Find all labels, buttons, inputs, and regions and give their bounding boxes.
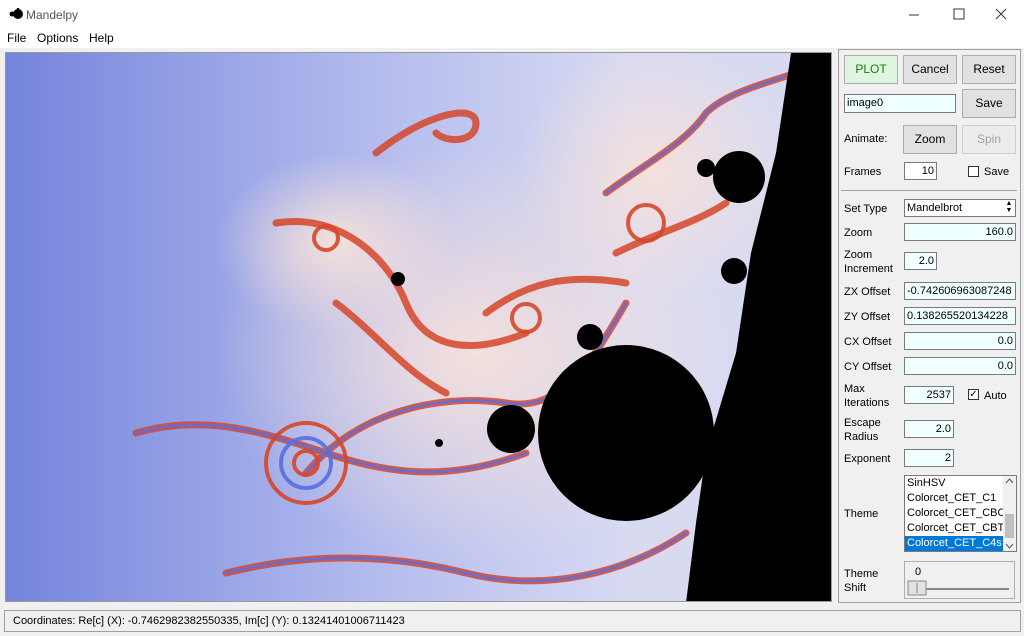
zx-offset-input[interactable]: -0.742606963087248	[904, 282, 1016, 300]
spin-arrows-icon[interactable]: ▲ ▼	[1004, 200, 1014, 216]
mandelbrot-render	[6, 53, 831, 601]
status-bar: Coordinates: Re[c] (X): -0.7462982382550…	[4, 610, 1021, 632]
theme-shift-slider[interactable]: 0	[904, 561, 1015, 599]
escape-radius-label-1: Escape	[844, 417, 881, 429]
close-button[interactable]	[978, 0, 1024, 30]
zy-offset-label: ZY Offset	[844, 311, 891, 323]
plot-button[interactable]: PLOT	[844, 55, 898, 84]
reset-button[interactable]: Reset	[962, 55, 1016, 84]
maximize-icon	[953, 8, 965, 20]
theme-option-selected[interactable]: Colorcet_CET_C4s	[905, 536, 1016, 551]
theme-shift-label-2: Shift	[844, 582, 867, 594]
exponent-input[interactable]: 2	[904, 449, 954, 467]
set-type-spinbox[interactable]: Mandelbrot ▲ ▼	[904, 199, 1016, 217]
filename-input[interactable]: image0	[844, 94, 956, 113]
max-iterations-input[interactable]: 2537	[904, 386, 954, 404]
cy-offset-input[interactable]: 0.0	[904, 357, 1016, 375]
minimize-icon	[909, 14, 919, 16]
zoom-input[interactable]: 160.0	[904, 223, 1016, 241]
theme-scrollbar[interactable]	[1003, 476, 1016, 551]
zy-offset-input[interactable]: 0.138265520134228	[904, 307, 1016, 325]
frames-save-label: Save	[984, 166, 1010, 178]
panel-divider	[841, 190, 1017, 191]
escape-radius-label-2: Radius	[844, 431, 879, 443]
set-type-value: Mandelbrot	[907, 202, 963, 214]
theme-option[interactable]: Colorcet_CET_C1	[905, 491, 1016, 506]
theme-listbox[interactable]: SinHSV Colorcet_CET_C1 Colorcet_CET_CBC1…	[904, 475, 1017, 552]
fractal-canvas[interactable]	[5, 52, 832, 602]
theme-option[interactable]: Colorcet_CET_CBC1	[905, 506, 1016, 521]
cancel-button[interactable]: Cancel	[903, 55, 957, 84]
scroll-thumb[interactable]	[1005, 514, 1014, 538]
menu-bar: File Options Help	[0, 30, 1024, 48]
spin-animate-button[interactable]: Spin	[962, 125, 1016, 154]
zoom-increment-input[interactable]: 2.0	[904, 252, 937, 270]
animate-label: Animate:	[844, 133, 888, 145]
theme-label: Theme	[844, 508, 879, 520]
minimize-button[interactable]	[891, 0, 937, 30]
frames-label: Frames	[844, 166, 882, 178]
cy-offset-label: CY Offset	[844, 361, 892, 373]
menu-file[interactable]: File	[7, 31, 26, 45]
exponent-label: Exponent	[844, 453, 891, 465]
max-iterations-label-2: Iterations	[844, 397, 890, 409]
max-iterations-label-1: Max	[844, 383, 865, 395]
cx-offset-label: CX Offset	[844, 336, 892, 348]
zoom-increment-label-2: Increment	[844, 263, 893, 275]
slider-track-icon	[907, 580, 1009, 596]
theme-shift-label-1: Theme	[844, 568, 879, 580]
auto-checkbox[interactable]: ✓	[968, 389, 979, 400]
save-button[interactable]: Save	[962, 89, 1016, 118]
coordinates-readout: Coordinates: Re[c] (X): -0.7462982382550…	[13, 615, 405, 627]
close-icon	[995, 8, 1007, 20]
escape-radius-input[interactable]: 2.0	[904, 420, 954, 438]
set-type-label: Set Type	[844, 203, 888, 215]
auto-label: Auto	[984, 390, 1007, 402]
zoom-increment-label-1: Zoom	[844, 249, 873, 261]
maximize-button[interactable]	[936, 0, 982, 30]
app-icon	[9, 8, 23, 19]
zx-offset-label: ZX Offset	[844, 286, 891, 298]
theme-option[interactable]: Colorcet_CET_CBTC	[905, 521, 1016, 536]
menu-options[interactable]: Options	[37, 31, 78, 45]
menu-help[interactable]: Help	[89, 31, 114, 45]
frames-input[interactable]: 10	[904, 162, 937, 180]
frames-save-checkbox[interactable]	[968, 166, 979, 177]
zoom-label: Zoom	[844, 227, 873, 239]
window-title: Mandelpy	[26, 8, 79, 22]
title-bar: Mandelpy	[0, 0, 1024, 30]
zoom-animate-button[interactable]: Zoom	[903, 125, 957, 154]
cx-offset-input[interactable]: 0.0	[904, 332, 1016, 350]
theme-option[interactable]: SinHSV	[905, 476, 1016, 491]
